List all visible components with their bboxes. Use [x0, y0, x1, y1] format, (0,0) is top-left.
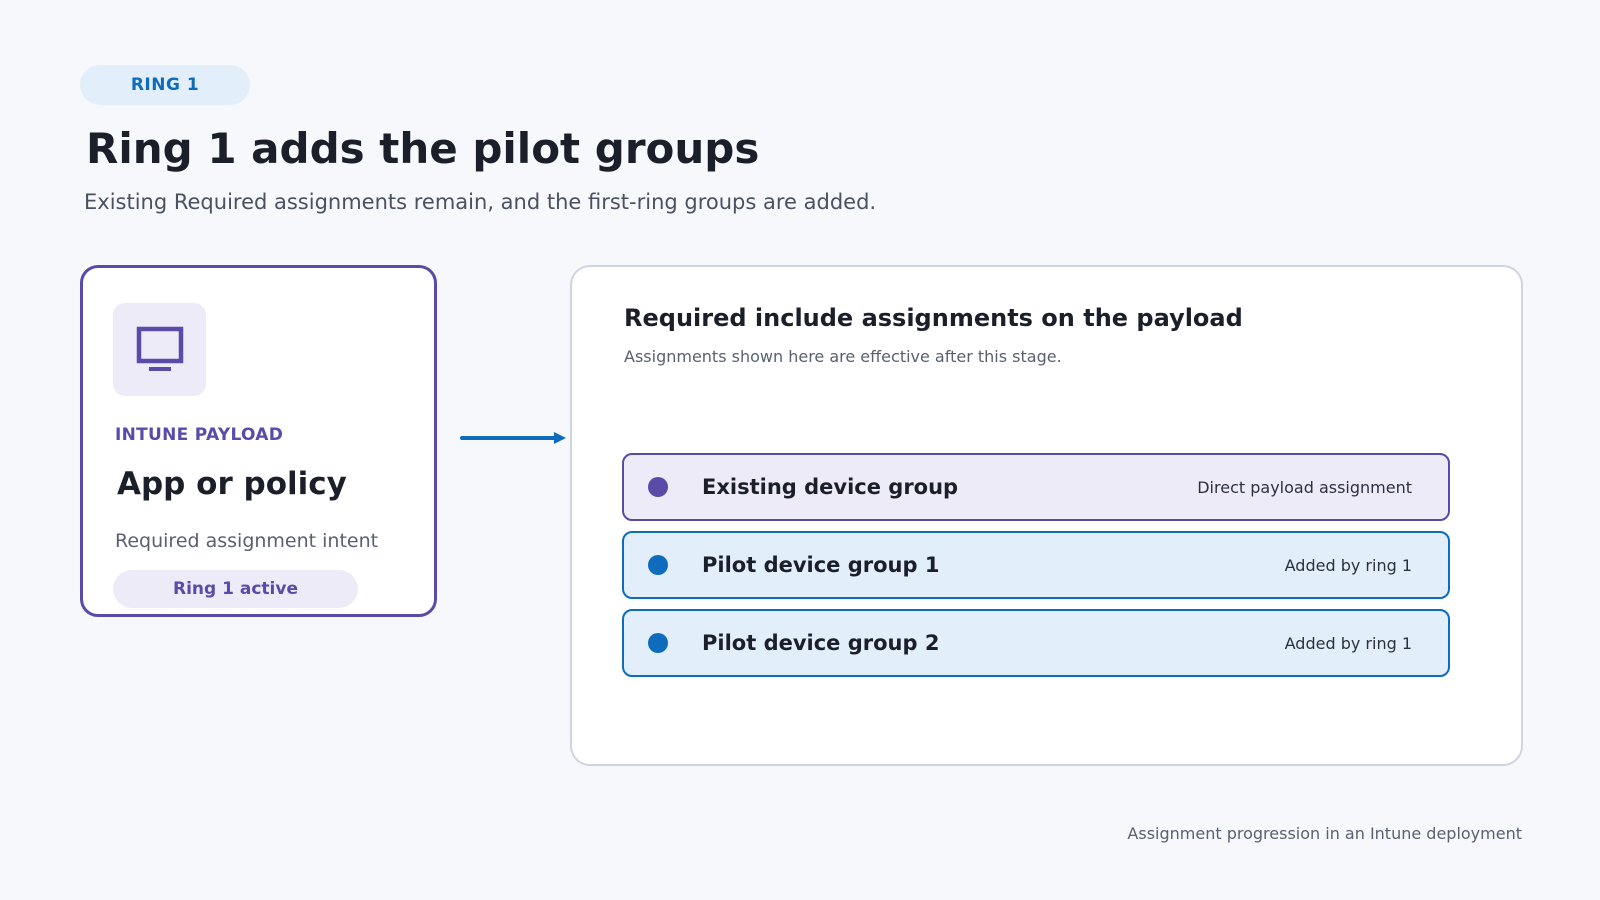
group-row-pilot-device-group-2: Pilot device group 2 Added by ring 1 — [622, 609, 1450, 677]
group-source: Added by ring 1 — [1284, 633, 1412, 653]
monitor-icon — [136, 326, 183, 371]
group-name: Pilot device group 2 — [702, 631, 940, 655]
group-row-pilot-device-group-1: Pilot device group 1 Added by ring 1 — [622, 531, 1450, 599]
group-name: Existing device group — [702, 475, 959, 499]
flow-arrow-icon — [460, 432, 566, 444]
status-dot — [648, 555, 668, 575]
group-name: Pilot device group 1 — [702, 553, 940, 577]
status-dot — [648, 633, 668, 653]
payload-kicker: INTUNE PAYLOAD — [115, 425, 284, 445]
panel-title: Required include assignments on the payl… — [624, 304, 1243, 332]
status-dot — [648, 477, 668, 497]
group-source: Direct payload assignment — [1197, 477, 1412, 497]
device-tile — [113, 303, 206, 396]
payload-card: INTUNE PAYLOAD App or policy Required as… — [80, 265, 437, 617]
ring-stage-badge: RING 1 — [80, 65, 250, 105]
payload-intent: Required assignment intent — [115, 530, 379, 552]
payload-name: App or policy — [117, 466, 347, 502]
page-subtitle: Existing Required assignments remain, an… — [84, 190, 877, 214]
group-source: Added by ring 1 — [1284, 555, 1412, 575]
panel-subtitle: Assignments shown here are effective aft… — [624, 347, 1062, 366]
ring-status-badge: Ring 1 active — [113, 570, 358, 608]
footer-caption: Assignment progression in an Intune depl… — [1127, 824, 1522, 843]
page-title: Ring 1 adds the pilot groups — [86, 124, 760, 173]
group-row-existing-device-group: Existing device group Direct payload ass… — [622, 453, 1450, 521]
assignments-panel: Required include assignments on the payl… — [570, 265, 1523, 766]
